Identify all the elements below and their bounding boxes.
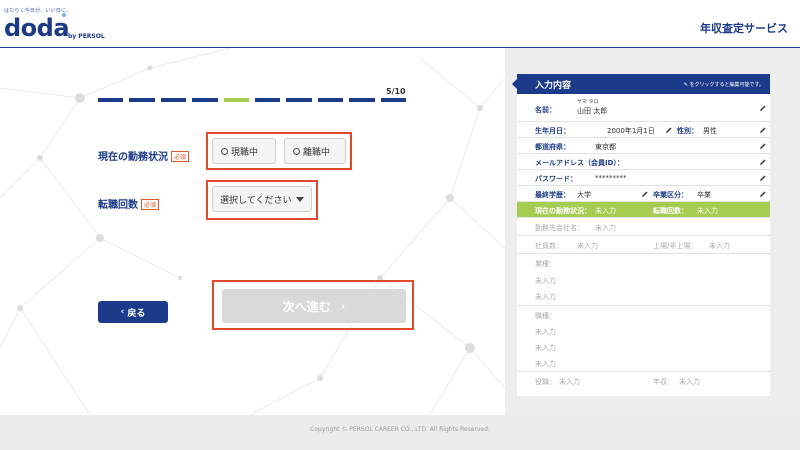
edit-email-icon[interactable]: [759, 158, 767, 166]
summary-row-education: 最終学歴： 大学 卒業区分： 卒業: [517, 186, 770, 202]
summary-row-pref: 都道府県： 東京都: [517, 138, 770, 154]
service-title: 年収査定サービス: [700, 22, 788, 35]
summary-row-company: 勤務先会社名： 未入力: [517, 218, 770, 236]
edit-name-icon[interactable]: [759, 104, 767, 112]
summary-row-industry: 業種： 未入力 未入力: [517, 254, 770, 306]
back-button[interactable]: ‹ 戻る: [98, 301, 168, 323]
summary-row-birth: 生年月日： 2000年1月1日 性別： 男性: [517, 122, 770, 138]
pencil-icon: ✎: [683, 82, 688, 88]
radio-circle-icon: [221, 147, 228, 155]
summary-panel: 入力内容 ✎ をクリックすると編集可能です。 名前： ヤマ タロ 山田 太郎 生…: [512, 74, 770, 396]
required-badge: 必須: [171, 151, 190, 162]
header-notch: [512, 79, 517, 89]
summary-title: 入力内容: [535, 81, 572, 91]
edit-education-icon[interactable]: [641, 190, 649, 198]
network-background: [0, 48, 505, 415]
logo-tagline: はたらく今日が、いい日に。: [4, 8, 72, 14]
progress-segment: [349, 98, 375, 102]
progress-segment: [98, 98, 124, 102]
logo-persol: by PERSOL: [68, 33, 105, 40]
progress-segment: [255, 98, 281, 102]
radio-unemployed[interactable]: 離職中: [284, 138, 346, 164]
next-button[interactable]: 次へ進む ›: [222, 289, 406, 323]
summary-row-position: 役職： 未入力 年収： 未入力: [535, 378, 700, 386]
doda-logo[interactable]: doda: [4, 14, 70, 42]
progress-segment: [160, 98, 187, 102]
edit-hint: ✎ をクリックすると編集可能です。: [683, 82, 764, 88]
progress-label: 5/10: [386, 87, 406, 96]
progress-segment: [129, 98, 155, 102]
edit-gender-icon[interactable]: [759, 126, 767, 134]
progress-bar: [98, 98, 407, 102]
required-badge: 必須: [141, 199, 160, 210]
copyright: Copyright © PERSOL CAREER CO., LTD. All …: [310, 426, 490, 433]
job-changes-label: 転職回数 必須: [98, 196, 160, 211]
edit-birth-icon[interactable]: [665, 126, 673, 134]
summary-row-employees: 社員数： 未入力 上場/非上場： 未入力: [517, 236, 770, 254]
summary-row-password: パスワード： *********: [517, 170, 770, 186]
job-changes-select[interactable]: 選択してください: [212, 186, 312, 212]
progress-segment: [192, 98, 218, 102]
edit-graduation-icon[interactable]: [759, 190, 767, 198]
summary-row-email: メールアドレス（会員ID）：: [517, 154, 770, 170]
site-footer: Copyright © PERSOL CAREER CO., LTD. All …: [0, 415, 800, 450]
progress-segment: [380, 98, 407, 102]
site-header: はたらく今日が、いい日に。 doda by PERSOL 年収査定サービス: [0, 0, 800, 48]
radio-employed[interactable]: 現職中: [212, 138, 276, 164]
progress-segment: [317, 98, 344, 102]
summary-row-job: 職種： 未入力 未入力 未入力: [517, 306, 770, 372]
radio-circle-icon: [293, 147, 300, 155]
caret-down-icon: [296, 197, 304, 202]
summary-row-current-status: 現在の勤務状況： 未入力 転職回数： 未入力: [517, 202, 770, 218]
logo-accent-dot: [62, 13, 66, 17]
edit-pref-icon[interactable]: [759, 142, 767, 150]
summary-row-name: 名前： ヤマ タロ 山田 太郎: [517, 94, 770, 122]
progress-segment: [286, 98, 312, 102]
edit-password-icon[interactable]: [759, 174, 767, 182]
progress-segment: [223, 98, 250, 102]
summary-header: 入力内容 ✎ をクリックすると編集可能です。: [512, 74, 770, 94]
status-label: 現在の勤務状況 必須: [98, 148, 190, 163]
